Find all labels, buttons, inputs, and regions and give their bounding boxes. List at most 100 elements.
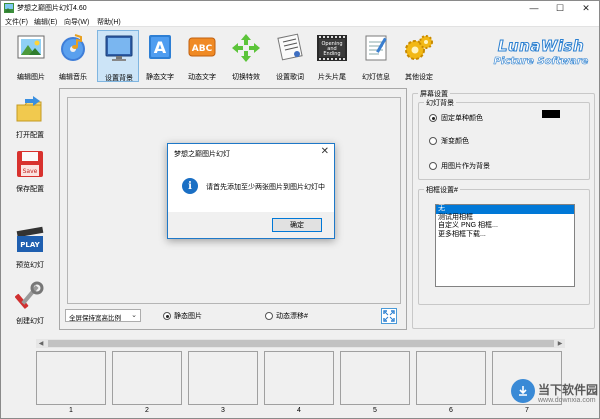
radio-dynamic-label: 动态漂移#	[276, 313, 308, 320]
bg-solid-radio[interactable]	[429, 114, 437, 122]
minimize-button[interactable]: —	[521, 1, 547, 15]
picture-slot[interactable]	[416, 351, 486, 405]
open-config-label: 打开配置	[16, 132, 44, 139]
slot-number: 2	[145, 407, 149, 414]
menu-bar: 文件(F) 编辑(E) 向导(W) 帮助(H)	[1, 15, 599, 27]
slot-number: 6	[449, 407, 453, 414]
picture-slot[interactable]	[340, 351, 410, 405]
list-item[interactable]: 测试用相框	[436, 214, 574, 223]
slot-number: 3	[221, 407, 225, 414]
bg-gradient-radio[interactable]	[429, 137, 437, 145]
radio-dynamic-drift[interactable]: 动态漂移#	[265, 311, 308, 321]
open-config-button[interactable]: 打开配置	[5, 95, 55, 141]
picture-slot[interactable]	[264, 351, 334, 405]
bg-color-swatch[interactable]	[542, 110, 560, 118]
tool-opening-ending[interactable]: Opening and Ending 片头片尾	[311, 31, 353, 83]
site-watermark: 当下软件园 www.downxia.com	[511, 377, 599, 417]
message-dialog: 梦想之巅图片幻灯 ✕ i 请首先添加至少两张图片到图片幻灯中 确定	[167, 143, 335, 239]
picture-slot[interactable]	[36, 351, 106, 405]
window-title: 梦想之巅图片幻灯4.60	[17, 5, 87, 12]
tool-other-settings[interactable]: 其他设定	[398, 31, 440, 83]
tool-static-text[interactable]: A 静态文字	[139, 31, 181, 83]
tool-edit-picture[interactable]: 编辑图片	[10, 31, 52, 83]
frame-listbox[interactable]: 无 测试用相框 自定义 PNG 相框... 更多相框下载...	[435, 204, 575, 287]
list-item[interactable]: 自定义 PNG 相框...	[436, 222, 574, 231]
maximize-button[interactable]: ☐	[547, 1, 573, 15]
brand-logo: LunaWish Picture Software	[488, 37, 594, 73]
radio-static-label: 静态图片	[174, 313, 202, 320]
background-group: 幻灯背景 固定单种颜色 渐变颜色 用图片作为背景	[418, 98, 590, 180]
save-config-button[interactable]: Save 保存配置	[5, 149, 55, 195]
aspect-ratio-select[interactable]: 全屏保持宽高比例 ⌄	[65, 309, 141, 322]
tool-label: 片头片尾	[318, 74, 346, 81]
scroll-right-icon[interactable]: ▶	[555, 339, 565, 348]
tool-set-background[interactable]: 设置背景	[97, 30, 139, 82]
create-slideshow-label: 创建幻灯	[16, 318, 44, 325]
radio-static-picture[interactable]: 静态图片	[163, 311, 202, 321]
menu-edit[interactable]: 编辑(E)	[34, 17, 57, 27]
save-text: Save	[23, 168, 38, 175]
dialog-title: 梦想之巅图片幻灯	[174, 151, 230, 158]
opening-ending-icon: Opening and Ending	[317, 35, 347, 61]
create-slideshow-button[interactable]: 创建幻灯	[5, 281, 55, 327]
radio-dynamic-indicator[interactable]	[265, 312, 273, 320]
edit-picture-icon	[17, 35, 45, 59]
fit-screen-button[interactable]	[381, 308, 397, 324]
list-item[interactable]: 更多相框下载...	[436, 231, 574, 240]
timeline-scrollbar[interactable]: ◀ ▶	[36, 339, 565, 348]
menu-file[interactable]: 文件(F)	[5, 17, 28, 27]
close-button[interactable]: ✕	[573, 1, 599, 15]
play-text: PLAY	[20, 241, 40, 249]
frame-group: 相框设置# 无 测试用相框 自定义 PNG 相框... 更多相框下载...	[418, 185, 590, 305]
static-text-icon: A	[149, 35, 171, 59]
transition-effect-icon	[232, 34, 260, 62]
tool-dynamic-text[interactable]: ABC 动态文字	[181, 31, 223, 83]
music-icon	[61, 34, 85, 61]
expand-icon	[383, 310, 395, 322]
watermark-url: www.downxia.com	[538, 397, 596, 404]
lyrics-icon	[277, 33, 303, 61]
tool-edit-music[interactable]: 编辑音乐	[52, 31, 94, 83]
app-icon	[4, 3, 14, 13]
svg-text:ABC: ABC	[192, 44, 213, 54]
menu-help[interactable]: 帮助(H)	[97, 17, 121, 27]
tool-slide-info[interactable]: 幻灯信息	[355, 31, 397, 83]
scroll-left-icon[interactable]: ◀	[36, 339, 46, 348]
screen-settings-panel: 屏幕设置 幻灯背景 固定单种颜色 渐变颜色 用图片作为背景 相框设置# 无 测试…	[412, 88, 596, 330]
download-watermark-icon	[511, 379, 535, 403]
tool-transition[interactable]: 切换特效	[225, 31, 267, 83]
preview-slideshow-label: 预览幻灯	[16, 262, 44, 269]
tool-label: 动态文字	[188, 74, 216, 81]
tool-label: 编辑音乐	[59, 74, 87, 81]
tool-label: 其他设定	[405, 74, 433, 81]
bg-solid-label: 固定单种颜色	[441, 115, 483, 122]
brand-tagline: Picture Software	[493, 56, 589, 68]
slot-number: 4	[297, 407, 301, 414]
svg-text:A: A	[154, 38, 167, 57]
slot-number: 1	[69, 407, 73, 414]
bg-image-label: 用图片作为背景	[441, 163, 490, 170]
ending-text: Ending	[323, 51, 340, 57]
preview-slideshow-button[interactable]: PLAY 预览幻灯	[5, 225, 55, 271]
slide-info-icon	[365, 35, 387, 61]
watermark-name: 当下软件园	[538, 383, 599, 397]
picture-slot[interactable]	[112, 351, 182, 405]
save-config-icon: Save	[17, 151, 43, 177]
bg-option-gradient[interactable]: 渐变颜色	[429, 136, 469, 146]
radio-static-indicator[interactable]	[163, 312, 171, 320]
list-item[interactable]: 无	[436, 205, 574, 214]
dynamic-text-icon: ABC	[188, 37, 216, 57]
tool-label: 切换特效	[232, 74, 260, 81]
menu-wizard[interactable]: 向导(W)	[64, 17, 89, 27]
scrollbar-thumb[interactable]	[48, 340, 554, 347]
picture-slot[interactable]	[188, 351, 258, 405]
ok-button[interactable]: 确定	[272, 218, 322, 232]
bg-image-radio[interactable]	[429, 162, 437, 170]
minimize-icon: —	[529, 3, 539, 13]
tool-set-lyrics[interactable]: 设置歌词	[269, 31, 311, 83]
bg-option-image[interactable]: 用图片作为背景	[429, 161, 490, 171]
bg-option-solid[interactable]: 固定单种颜色	[429, 113, 483, 123]
dialog-close-icon[interactable]: ✕	[321, 146, 329, 157]
info-icon: i	[182, 178, 198, 194]
open-config-icon	[16, 96, 42, 122]
